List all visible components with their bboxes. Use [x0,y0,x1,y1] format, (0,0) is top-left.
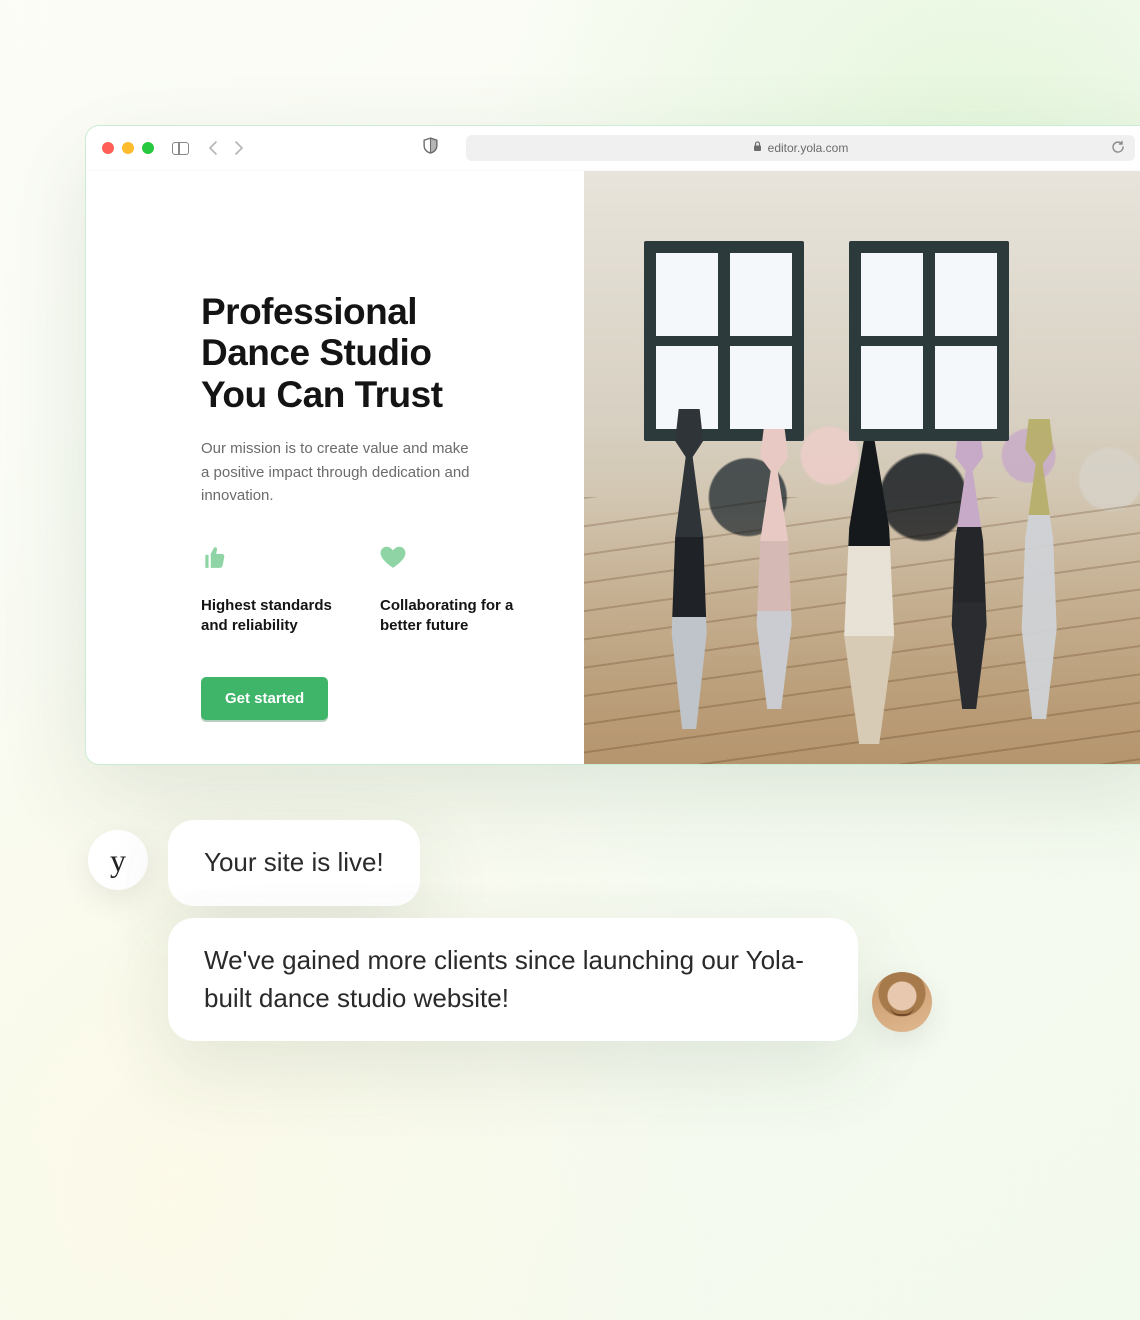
dancer-figure [739,429,809,709]
maximize-icon[interactable] [142,142,154,154]
refresh-icon[interactable] [1111,140,1125,157]
get-started-button[interactable]: Get started [201,677,328,720]
heart-icon [380,545,515,574]
chat-bubble-2: We've gained more clients since launchin… [168,918,858,1041]
hero-title: Professional Dance Studio You Can Trust [201,291,536,415]
user-avatar [872,972,932,1032]
back-icon[interactable] [207,141,219,155]
chat-msg-2: We've gained more clients since launchin… [204,945,804,1013]
traffic-lights [102,142,154,154]
feature-1: Highest standards and reliability [201,545,336,637]
feature-2-text: Collaborating for a better future [380,596,515,637]
url-bar[interactable]: editor.yola.com [466,135,1135,161]
hero-left: Professional Dance Studio You Can Trust … [86,171,584,764]
feature-1-text: Highest standards and reliability [201,596,336,637]
feature-2: Collaborating for a better future [380,545,515,637]
dancer-figure [934,429,1004,709]
shield-icon[interactable] [423,137,438,159]
browser-window: editor.yola.com Professional Dance Studi… [85,125,1140,765]
hero-image [584,171,1140,764]
chat-msg-1: Your site is live! [204,847,384,877]
lock-icon [753,141,762,155]
brand-avatar: y [88,830,148,890]
thumbs-up-icon [201,545,336,574]
close-icon[interactable] [102,142,114,154]
forward-icon[interactable] [233,141,245,155]
sidebar-toggle-icon[interactable] [172,142,189,155]
brand-glyph: y [110,842,126,879]
page-content: Professional Dance Studio You Can Trust … [86,171,1140,764]
hero-mission: Our mission is to create value and make … [201,437,471,507]
dancer-figure [1004,419,1074,719]
chat-bubble-1: Your site is live! [168,820,420,906]
minimize-icon[interactable] [122,142,134,154]
dancer-figure [819,384,919,744]
dancer-figure [654,409,724,729]
browser-chrome: editor.yola.com [86,126,1140,171]
url-text: editor.yola.com [768,141,849,155]
